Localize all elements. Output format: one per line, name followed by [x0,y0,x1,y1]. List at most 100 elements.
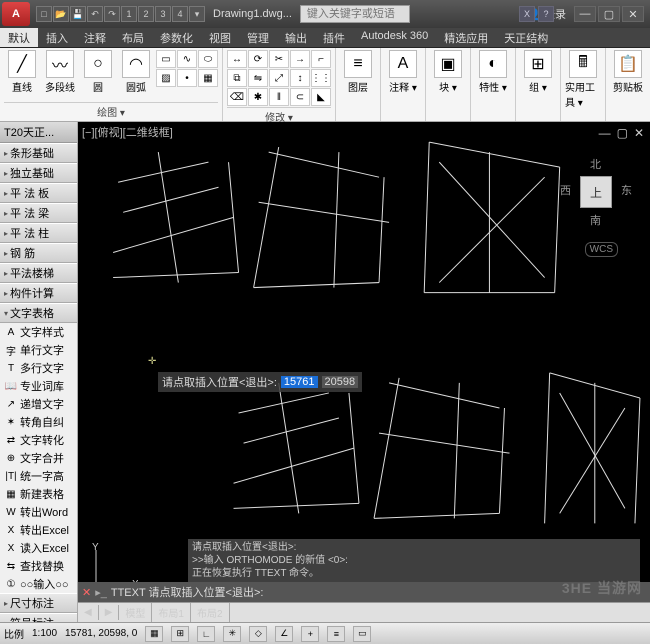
sidebar-item-8-2[interactable]: T多行文字 [0,359,77,377]
rect-icon[interactable]: ▭ [156,50,176,68]
sidebar-item-8-5[interactable]: ✶转角自纠 [0,413,77,431]
sidebar-group-2[interactable]: 平 法 板 [0,183,77,203]
paste-button[interactable]: 📋剪贴板 [610,50,646,119]
sidebar-group-8[interactable]: 文字表格 [0,303,77,323]
maximize-icon[interactable]: ▢ [598,6,620,22]
sidebar-item-8-6[interactable]: ⇄文字转化 [0,431,77,449]
rotate-icon[interactable]: ⟳ [248,50,268,68]
explode-icon[interactable]: ✱ [248,88,268,106]
osnap-toggle-icon[interactable]: ◇ [249,626,267,642]
ribbon-tab-8[interactable]: 插件 [315,28,353,47]
annot-button[interactable]: A注释 ▾ [385,50,421,119]
sidebar-group-9[interactable]: 尺寸标注 [0,593,77,613]
close-icon[interactable]: ✕ [622,6,644,22]
sidebar-group-7[interactable]: 构件计算 [0,283,77,303]
ribbon-tab-2[interactable]: 注释 [76,28,114,47]
props-button[interactable]: ◐特性 ▾ [475,50,511,119]
circle-button[interactable]: ○圆 [80,50,116,101]
otrack-toggle-icon[interactable]: ∠ [275,626,293,642]
qat-2[interactable]: 2 [138,6,154,22]
ribbon-tab-1[interactable]: 插入 [38,28,76,47]
sidebar-group-1[interactable]: 独立基础 [0,163,77,183]
sidebar-item-8-4[interactable]: ↗递增文字 [0,395,77,413]
group-button[interactable]: ⊞组 ▾ [520,50,556,119]
ribbon-tab-10[interactable]: 精选应用 [436,28,496,47]
qat-save-icon[interactable]: 💾 [70,6,86,22]
arc-button[interactable]: ◠圆弧 [118,50,154,101]
sidebar-item-8-12[interactable]: X读入Excel [0,539,77,557]
region-icon[interactable]: ▦ [198,69,218,87]
polyline-button[interactable]: 〰多段线 [42,50,78,101]
grid-toggle-icon[interactable]: ▦ [145,626,163,642]
sidebar-group-6[interactable]: 平法楼梯 [0,263,77,283]
cmd-close-icon[interactable]: ✕ [82,586,91,599]
sidebar-item-8-0[interactable]: A文字样式 [0,323,77,341]
qat-open-icon[interactable]: 📂 [53,6,69,22]
sidebar-group-0[interactable]: 条形基础 [0,143,77,163]
trim-icon[interactable]: ✂ [269,50,289,68]
ribbon-tab-0[interactable]: 默认 [0,28,38,47]
search-input[interactable] [300,5,410,23]
ribbon-tab-6[interactable]: 管理 [239,28,277,47]
model-toggle-icon[interactable]: ▭ [353,626,371,642]
erase-icon[interactable]: ⌫ [227,88,247,106]
spline-icon[interactable]: ∿ [177,50,197,68]
tab-layout1[interactable]: 布局1 [152,603,191,622]
sidebar-item-8-7[interactable]: ⊕文字合并 [0,449,77,467]
qat-redo-icon[interactable]: ↷ [104,6,120,22]
dyn-toggle-icon[interactable]: + [301,626,319,642]
tab-layout2[interactable]: 布局2 [191,603,230,622]
scale-icon[interactable]: ⤢ [269,69,289,87]
sidebar-group-3[interactable]: 平 法 梁 [0,203,77,223]
layer-button[interactable]: ≡图层 [340,50,376,119]
qat-more-icon[interactable]: ▾ [189,6,205,22]
offset-icon[interactable]: ‖ [269,88,289,106]
ribbon-tab-5[interactable]: 视图 [201,28,239,47]
lwt-toggle-icon[interactable]: ≡ [327,626,345,642]
ellipse-icon[interactable]: ⬭ [198,50,218,68]
sidebar-item-8-14[interactable]: ①○○输入○○ [0,575,77,593]
chamfer-icon[interactable]: ◣ [311,88,331,106]
sidebar-item-8-11[interactable]: X转出Excel [0,521,77,539]
sidebar-item-8-10[interactable]: W转出Word [0,503,77,521]
util-button[interactable]: 🖩实用工具 ▾ [565,50,601,119]
array-icon[interactable]: ⋮⋮ [311,69,331,87]
app-menu-button[interactable]: A [2,2,30,26]
scale-value[interactable]: 1:100 [32,628,57,639]
sidebar-item-8-1[interactable]: 字单行文字 [0,341,77,359]
ribbon-tab-9[interactable]: Autodesk 360 [353,28,436,47]
stretch-icon[interactable]: ↕ [290,69,310,87]
mirror-icon[interactable]: ⇋ [248,69,268,87]
qat-undo-icon[interactable]: ↶ [87,6,103,22]
tab-model[interactable]: 模型 [119,603,152,622]
coord-y-input[interactable]: 20598 [322,376,359,388]
ortho-toggle-icon[interactable]: ∟ [197,626,215,642]
fillet-icon[interactable]: ⌐ [311,50,331,68]
tab-nav-left-icon[interactable]: ◀ [78,605,99,620]
sidebar-group-4[interactable]: 平 法 柱 [0,223,77,243]
point-icon[interactable]: • [177,69,197,87]
join-icon[interactable]: ⊂ [290,88,310,106]
snap-toggle-icon[interactable]: ⊞ [171,626,189,642]
sidebar-group-10[interactable]: 符号标注 [0,613,77,622]
qat-4[interactable]: 4 [172,6,188,22]
tab-nav-right-icon[interactable]: ▶ [99,605,120,620]
help-icon[interactable]: ? [538,6,554,22]
qat-new-icon[interactable]: □ [36,6,52,22]
move-icon[interactable]: ↔ [227,50,247,68]
ribbon-tab-7[interactable]: 输出 [277,28,315,47]
sidebar-item-8-3[interactable]: 📖专业词库 [0,377,77,395]
ribbon-tab-11[interactable]: 天正结构 [496,28,556,47]
coord-x-input[interactable]: 15761 [281,376,318,388]
line-button[interactable]: ╱直线 [4,50,40,101]
hatch-icon[interactable]: ▨ [156,69,176,87]
dynamic-input[interactable]: 请点取插入位置<退出>: 15761 20598 [158,372,362,392]
qat-1[interactable]: 1 [121,6,137,22]
block-button[interactable]: ▣块 ▾ [430,50,466,119]
sidebar-item-8-13[interactable]: ⇆查找替换 [0,557,77,575]
exchange-icon[interactable]: X [519,6,535,22]
polar-toggle-icon[interactable]: ✳ [223,626,241,642]
sidebar-item-8-8[interactable]: |T|统一字高 [0,467,77,485]
sidebar-item-8-9[interactable]: ▦新建表格 [0,485,77,503]
sidebar-group-5[interactable]: 钢 筋 [0,243,77,263]
